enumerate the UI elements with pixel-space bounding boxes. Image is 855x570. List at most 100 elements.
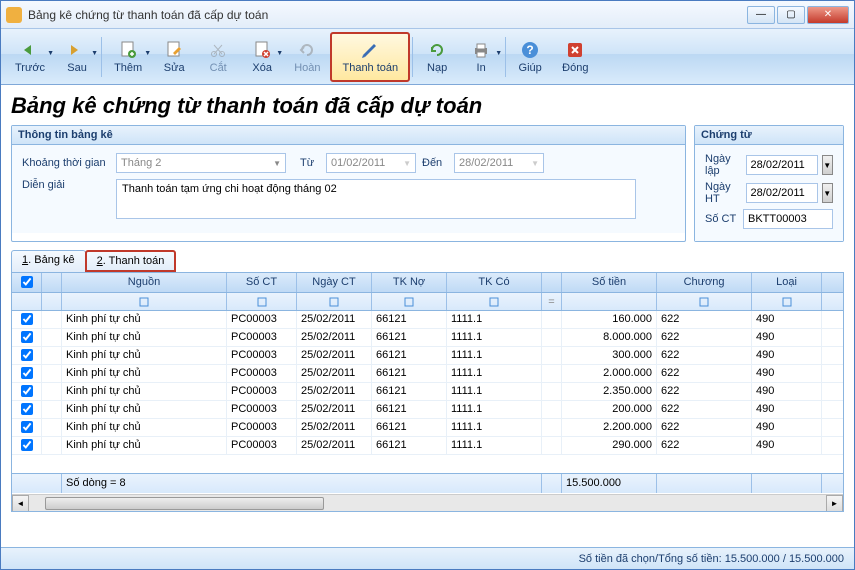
- cell-tkco: 1111.1: [447, 383, 542, 400]
- row-checkbox[interactable]: [21, 331, 33, 343]
- prev-button[interactable]: ▼ Trước: [5, 32, 55, 82]
- footer-count: Số dòng = 8: [62, 474, 542, 493]
- cell-nguon: Kinh phí tự chủ: [62, 383, 227, 400]
- filter-loai[interactable]: [752, 293, 822, 310]
- tab-thanh-toan[interactable]: 2. Thanh toán: [85, 250, 177, 272]
- voucher-no-input[interactable]: [743, 209, 833, 229]
- cell-ngay: 25/02/2011: [297, 419, 372, 436]
- voucher-acct-input[interactable]: [746, 183, 818, 203]
- cell-loai: 490: [752, 419, 822, 436]
- grid-header: Nguồn Số CT Ngày CT TK Nợ TK Có Số tiền …: [12, 273, 843, 293]
- filter-chuong[interactable]: [657, 293, 752, 310]
- col-tkco[interactable]: TK Có: [447, 273, 542, 292]
- next-button[interactable]: ▼ Sau: [55, 32, 99, 82]
- scroll-track[interactable]: [29, 495, 826, 512]
- voucher-groupbox-title: Chứng từ: [695, 126, 843, 145]
- cell-soct: PC00003: [227, 347, 297, 364]
- chevron-down-icon: ▼: [403, 159, 411, 168]
- edit-button[interactable]: Sửa: [152, 32, 196, 82]
- window-title: Bảng kê chứng từ thanh toán đã cấp dự to…: [28, 8, 747, 22]
- desc-label: Diễn giải: [22, 179, 110, 191]
- row-checkbox[interactable]: [21, 367, 33, 379]
- cell-tkco: 1111.1: [447, 419, 542, 436]
- delete-button[interactable]: ▼ Xóa: [240, 32, 284, 82]
- col-soct[interactable]: Số CT: [227, 273, 297, 292]
- filter-tkco[interactable]: [447, 293, 542, 310]
- cell-tkno: 66121: [372, 383, 447, 400]
- cell-nguon: Kinh phí tự chủ: [62, 437, 227, 454]
- cell-tkco: 1111.1: [447, 401, 542, 418]
- cut-button[interactable]: Cắt: [196, 32, 240, 82]
- desc-textarea[interactable]: [116, 179, 636, 219]
- cell-chuong: 622: [657, 419, 752, 436]
- cell-sotien: 290.000: [562, 437, 657, 454]
- scroll-right-button[interactable]: ►: [826, 495, 843, 512]
- cell-soct: PC00003: [227, 437, 297, 454]
- table-row[interactable]: Kinh phí tự chủPC0000325/02/201166121111…: [12, 419, 843, 437]
- filter-nguon[interactable]: [62, 293, 227, 310]
- horizontal-scrollbar[interactable]: ◄ ►: [12, 494, 843, 511]
- col-sotien[interactable]: Số tiền: [562, 273, 657, 292]
- col-nguon[interactable]: Nguồn: [62, 273, 227, 292]
- close-button[interactable]: Đóng: [552, 32, 598, 82]
- cell-tkno: 66121: [372, 311, 447, 328]
- col-chuong[interactable]: Chương: [657, 273, 752, 292]
- filter-ngay[interactable]: [297, 293, 372, 310]
- cell-tkno: 66121: [372, 347, 447, 364]
- table-row[interactable]: Kinh phí tự chủPC0000325/02/201166121111…: [12, 347, 843, 365]
- close-icon: [565, 40, 585, 60]
- from-date-input[interactable]: 01/02/2011▼: [326, 153, 416, 173]
- document-edit-icon: [164, 40, 184, 60]
- cell-nguon: Kinh phí tự chủ: [62, 311, 227, 328]
- from-label: Từ: [300, 157, 320, 169]
- row-checkbox[interactable]: [21, 403, 33, 415]
- to-date-input[interactable]: 28/02/2011▼: [454, 153, 544, 173]
- app-icon: [6, 7, 22, 23]
- row-checkbox[interactable]: [21, 421, 33, 433]
- col-eq: [542, 273, 562, 292]
- table-row[interactable]: Kinh phí tự chủPC0000325/02/201166121111…: [12, 311, 843, 329]
- filter-soct[interactable]: [227, 293, 297, 310]
- voucher-date-input[interactable]: [746, 155, 818, 175]
- cell-tkno: 66121: [372, 365, 447, 382]
- add-button[interactable]: ▼ Thêm: [104, 32, 152, 82]
- cell-chuong: 622: [657, 365, 752, 382]
- close-window-button[interactable]: ✕: [807, 6, 849, 24]
- date-picker-button[interactable]: ▼: [822, 155, 833, 175]
- period-select[interactable]: Tháng 2▼: [116, 153, 286, 173]
- minimize-button[interactable]: —: [747, 6, 775, 24]
- cell-chuong: 622: [657, 383, 752, 400]
- maximize-button[interactable]: ▢: [777, 6, 805, 24]
- col-ngay[interactable]: Ngày CT: [297, 273, 372, 292]
- table-row[interactable]: Kinh phí tự chủPC0000325/02/201166121111…: [12, 329, 843, 347]
- table-row[interactable]: Kinh phí tự chủPC0000325/02/201166121111…: [12, 365, 843, 383]
- print-button[interactable]: ▼ In: [459, 32, 503, 82]
- undo-button[interactable]: Hoàn: [284, 32, 330, 82]
- filter-tkno[interactable]: [372, 293, 447, 310]
- help-button[interactable]: ? Giúp: [508, 32, 552, 82]
- pay-button[interactable]: Thanh toán: [330, 32, 410, 82]
- date-picker-button[interactable]: ▼: [822, 183, 833, 203]
- row-checkbox[interactable]: [21, 439, 33, 451]
- chevron-down-icon: ▼: [531, 159, 539, 168]
- col-loai[interactable]: Loại: [752, 273, 822, 292]
- table-row[interactable]: Kinh phí tự chủPC0000325/02/201166121111…: [12, 437, 843, 455]
- table-row[interactable]: Kinh phí tự chủPC0000325/02/201166121111…: [12, 401, 843, 419]
- cell-ngay: 25/02/2011: [297, 401, 372, 418]
- cell-sotien: 2.000.000: [562, 365, 657, 382]
- row-checkbox[interactable]: [21, 313, 33, 325]
- row-checkbox[interactable]: [21, 349, 33, 361]
- col-check[interactable]: [12, 273, 42, 292]
- separator: [505, 37, 506, 77]
- cell-loai: 490: [752, 347, 822, 364]
- col-tkno[interactable]: TK Nợ: [372, 273, 447, 292]
- table-row[interactable]: Kinh phí tự chủPC0000325/02/201166121111…: [12, 383, 843, 401]
- tab-bang-ke[interactable]: 1. Bảng kê: [11, 250, 86, 272]
- filter-sotien[interactable]: [562, 293, 657, 310]
- cell-ngay: 25/02/2011: [297, 329, 372, 346]
- toolbar: ▼ Trước ▼ Sau ▼ Thêm Sửa Cắt ▼ Xóa: [1, 29, 854, 85]
- scroll-thumb[interactable]: [45, 497, 324, 510]
- load-button[interactable]: Nạp: [415, 32, 459, 82]
- scroll-left-button[interactable]: ◄: [12, 495, 29, 512]
- row-checkbox[interactable]: [21, 385, 33, 397]
